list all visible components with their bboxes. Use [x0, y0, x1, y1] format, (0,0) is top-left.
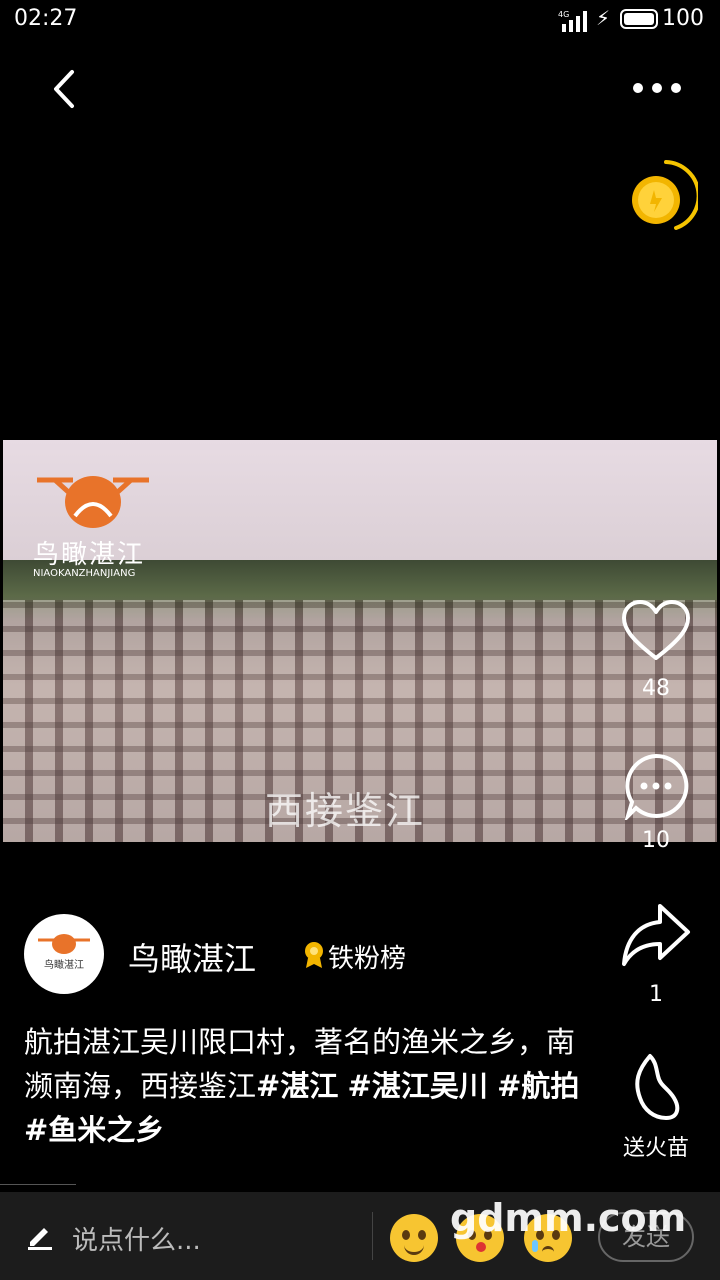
send-fire-label[interactable]: 送火苗: [606, 1130, 706, 1162]
fire-icon[interactable]: [628, 1052, 684, 1122]
comment-count: 10: [642, 828, 670, 853]
watermark: gdmm.com: [450, 1196, 687, 1240]
divider: [0, 1184, 76, 1185]
fan-rank-badge[interactable]: 铁粉榜: [328, 938, 406, 975]
author-avatar[interactable]: 鸟瞰湛江: [24, 914, 104, 994]
share-count: 1: [649, 982, 663, 1007]
hashtag[interactable]: #湛江: [256, 1069, 338, 1103]
smile-emoji-icon[interactable]: [390, 1214, 438, 1262]
comment-icon[interactable]: [622, 752, 690, 820]
pen-icon: [28, 1228, 52, 1250]
charging-icon: ⚡: [596, 6, 611, 30]
comment-input[interactable]: 说点什么...: [72, 1220, 201, 1257]
drone-logo-icon: [37, 476, 149, 528]
battery-icon: [620, 9, 658, 29]
video-logo-subtitle: NIAOKANZHANJIANG: [33, 568, 136, 579]
separator: [372, 1212, 373, 1260]
video-caption: 西接鉴江: [265, 789, 426, 833]
status-bar: 02:27 4G ⚡ 100: [0, 0, 720, 40]
heart-icon[interactable]: [620, 598, 692, 664]
hashtag[interactable]: #航拍: [497, 1069, 579, 1103]
coin-icon[interactable]: [626, 158, 698, 234]
network-type: 4G: [558, 10, 569, 19]
signal-icon: 4G: [558, 10, 587, 32]
avatar-drone-icon: 鸟瞰湛江: [38, 934, 90, 971]
author-name[interactable]: 鸟瞰湛江: [128, 934, 256, 980]
medal-icon: [305, 942, 323, 968]
hashtag[interactable]: #鱼米之乡: [24, 1113, 164, 1147]
more-icon[interactable]: [630, 74, 684, 102]
like-count: 48: [642, 676, 670, 701]
video-player[interactable]: 鸟瞰湛江 NIAOKANZHANJIANG 西接鉴江: [3, 440, 717, 842]
back-icon[interactable]: [46, 66, 86, 112]
avatar-text: 鸟瞰湛江: [44, 958, 84, 971]
hashtag[interactable]: #湛江吴川: [348, 1069, 488, 1103]
video-logo-name: 鸟瞰湛江: [33, 540, 146, 570]
post-description: 航拍湛江吴川限口村，著名的渔米之乡，南濒南海，西接鉴江#湛江 #湛江吴川 #航拍…: [24, 1020, 584, 1152]
status-time: 02:27: [14, 6, 78, 31]
battery-level: 100: [662, 6, 704, 31]
share-icon[interactable]: [620, 900, 692, 970]
